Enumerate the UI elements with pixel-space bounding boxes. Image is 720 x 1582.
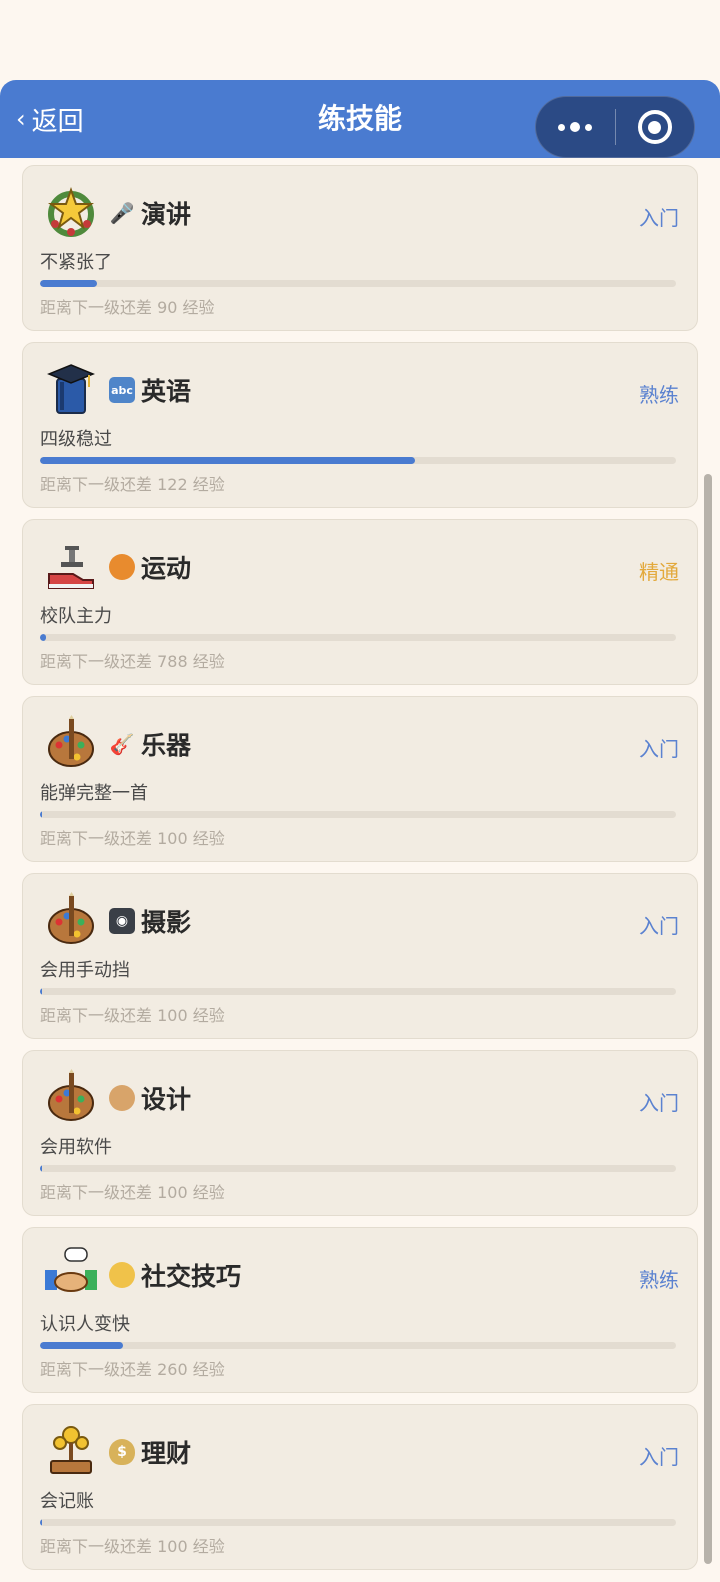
- skill-level: 入门: [639, 914, 679, 938]
- skill-card[interactable]: 社交技巧 熟练 认识人变快 距离下一级还差 260 经验: [22, 1227, 698, 1393]
- skill-level: 入门: [639, 206, 679, 230]
- skill-description: 会用软件: [40, 1137, 112, 1158]
- star-wreath-icon: [48, 187, 94, 237]
- microphone-icon: 🎤: [109, 201, 135, 225]
- palette-brush-icon: [48, 1069, 94, 1121]
- skill-card[interactable]: 🎤 演讲 入门 不紧张了 距离下一级还差 90 经验: [22, 165, 698, 331]
- exp-hint: 距离下一级还差 100 经验: [40, 1537, 225, 1556]
- exp-hint: 距离下一级还差 788 经验: [40, 652, 225, 671]
- money-tree-book-icon: [50, 1426, 92, 1474]
- abc-icon: abc: [109, 377, 135, 403]
- skill-description: 校队主力: [40, 606, 112, 627]
- palette-brush-icon: [48, 892, 94, 944]
- palette-brush-icon: [48, 715, 94, 767]
- skill-title: abc 英语: [109, 373, 191, 407]
- skill-card[interactable]: ◉ 摄影 入门 会用手动挡 距离下一级还差 100 经验: [22, 873, 698, 1039]
- progress-bar: [40, 457, 676, 464]
- skill-card[interactable]: 运动 精通 校队主力 距离下一级还差 788 经验: [22, 519, 698, 685]
- camera-icon: ◉: [109, 908, 135, 934]
- skill-name: 理财: [141, 1439, 192, 1468]
- skill-title: $ 理财: [109, 1435, 191, 1469]
- skill-description: 能弹完整一首: [40, 783, 148, 804]
- progress-bar: [40, 280, 676, 287]
- skill-level: 入门: [639, 1091, 679, 1115]
- graduation-book-icon: [47, 364, 95, 414]
- skill-card[interactable]: $ 理财 入门 会记账 距离下一级还差 100 经验: [22, 1404, 698, 1570]
- exp-hint: 距离下一级还差 260 经验: [40, 1360, 225, 1379]
- exp-hint: 距离下一级还差 90 经验: [40, 298, 215, 317]
- navigation-bar: ‹ 返回 练技能: [0, 80, 720, 158]
- mini-program-capsule: [535, 96, 695, 158]
- guitar-icon: 🎸: [109, 732, 135, 756]
- skill-card[interactable]: 🎸 乐器 入门 能弹完整一首 距离下一级还差 100 经验: [22, 696, 698, 862]
- skill-name: 运动: [141, 554, 192, 583]
- exp-hint: 距离下一级还差 122 经验: [40, 475, 225, 494]
- exp-hint: 距离下一级还差 100 经验: [40, 1183, 225, 1202]
- handshake-chat-icon: [45, 1247, 97, 1292]
- skill-level: 熟练: [639, 383, 679, 407]
- progress-fill: [40, 634, 47, 641]
- skill-level: 熟练: [639, 1268, 679, 1292]
- palette-icon: [109, 1085, 135, 1111]
- skill-description: 不紧张了: [40, 252, 112, 273]
- skill-level: 入门: [639, 737, 679, 761]
- progress-bar: [40, 1519, 676, 1526]
- skill-description: 认识人变快: [40, 1314, 130, 1335]
- skill-title: 运动: [109, 550, 191, 584]
- exp-hint: 距离下一级还差 100 经验: [40, 829, 225, 848]
- skill-name: 英语: [141, 377, 192, 406]
- handshake-icon: [109, 1262, 135, 1288]
- progress-fill: [40, 1165, 42, 1172]
- skill-title: ◉ 摄影: [109, 904, 191, 938]
- skill-title: 🎤 演讲: [109, 196, 191, 230]
- skill-name: 社交技巧: [141, 1262, 242, 1291]
- skill-name: 摄影: [141, 908, 192, 937]
- progress-bar: [40, 1165, 676, 1172]
- close-program-button[interactable]: [616, 96, 695, 158]
- progress-fill: [40, 811, 42, 818]
- skill-description: 会用手动挡: [40, 960, 130, 981]
- status-bar-area: [0, 0, 720, 80]
- money-bag-icon: $: [109, 1439, 135, 1465]
- skill-card[interactable]: abc 英语 熟练 四级稳过 距离下一级还差 122 经验: [22, 342, 698, 508]
- skill-name: 演讲: [141, 200, 192, 229]
- progress-bar: [40, 811, 676, 818]
- progress-bar: [40, 988, 676, 995]
- skill-title: 社交技巧: [109, 1258, 241, 1292]
- more-dots-icon: [558, 122, 593, 132]
- progress-fill: [40, 280, 98, 287]
- progress-fill: [40, 1342, 123, 1349]
- progress-fill: [40, 457, 416, 464]
- skill-list: 🎤 演讲 入门 不紧张了 距离下一级还差 90 经验 abc 英语 熟练 四级稳…: [22, 165, 698, 1581]
- progress-bar: [40, 634, 676, 641]
- target-circle-icon: [637, 110, 672, 144]
- skill-name: 设计: [141, 1085, 192, 1114]
- skill-level: 精通: [639, 560, 679, 584]
- progress-fill: [40, 988, 42, 995]
- dumbbell-sneaker-icon: [48, 546, 94, 589]
- exp-hint: 距离下一级还差 100 经验: [40, 1006, 225, 1025]
- skill-description: 会记账: [40, 1491, 94, 1512]
- skill-title: 🎸 乐器: [109, 727, 191, 761]
- more-menu-button[interactable]: [536, 96, 615, 158]
- skill-card[interactable]: 设计 入门 会用软件 距离下一级还差 100 经验: [22, 1050, 698, 1216]
- skill-level: 入门: [639, 1445, 679, 1469]
- progress-bar: [40, 1342, 676, 1349]
- progress-fill: [40, 1519, 42, 1526]
- skill-description: 四级稳过: [40, 429, 112, 450]
- basketball-icon: [109, 554, 135, 580]
- skill-title: 设计: [109, 1081, 191, 1115]
- scrollbar[interactable]: [704, 474, 712, 1564]
- skill-name: 乐器: [141, 731, 192, 760]
